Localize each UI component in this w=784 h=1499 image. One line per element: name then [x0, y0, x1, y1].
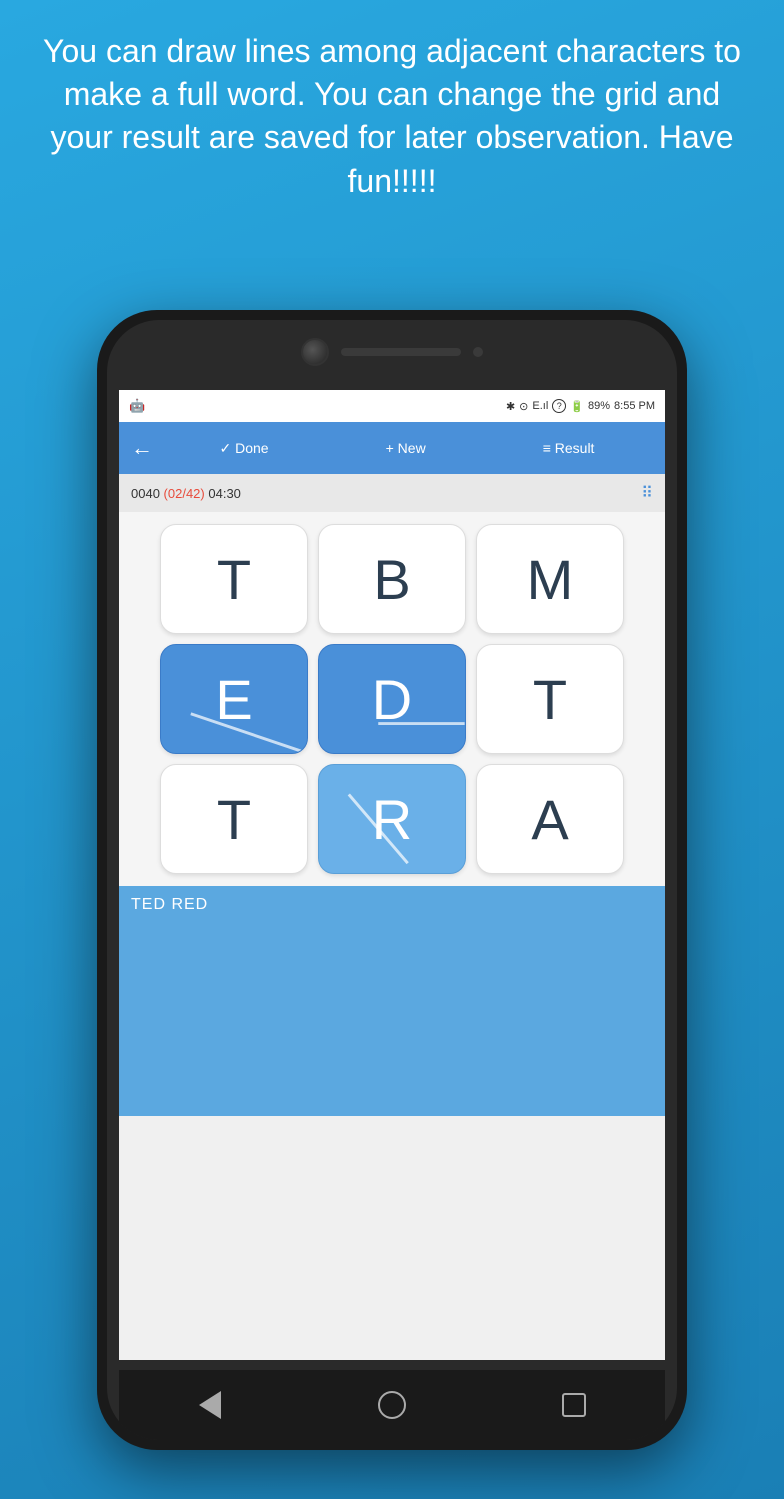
signal-icon: E.ıl — [532, 400, 548, 412]
cell-B[interactable]: B — [318, 524, 466, 634]
cell-letter-M: M — [527, 547, 574, 612]
words-area: TED RED — [119, 886, 665, 1116]
grid-row-2: E D T — [131, 644, 653, 754]
phone-bottom-nav — [119, 1370, 665, 1440]
phone-camera — [301, 338, 329, 366]
status-bar: 🤖 ✱ ⊙ E.ıl ? 🔋 89% 8:55 PM — [119, 390, 665, 422]
recent-square-icon — [562, 1393, 586, 1417]
alarm-icon: ⊙ — [519, 400, 528, 413]
nav-recent-button[interactable] — [556, 1387, 592, 1423]
grid-row-3: T R A — [131, 764, 653, 874]
cell-letter-B: B — [373, 547, 410, 612]
bluetooth-icon: ✱ — [506, 400, 515, 413]
status-left: 🤖 — [129, 398, 145, 414]
cell-T2[interactable]: T — [476, 644, 624, 754]
info-bar: 0040 (02/42) 04:30 ⠿ — [119, 474, 665, 512]
puzzle-count: (02/42) — [164, 486, 205, 501]
cell-A[interactable]: A — [476, 764, 624, 874]
cell-letter-T1: T — [217, 547, 251, 612]
phone-speaker — [341, 348, 461, 356]
grid-row-1: T B M — [131, 524, 653, 634]
grid-settings-icon[interactable]: ⠿ — [641, 483, 653, 503]
letter-grid: T B M E — [119, 512, 665, 886]
status-right: ✱ ⊙ E.ıl ? 🔋 89% 8:55 PM — [506, 399, 655, 413]
puzzle-info: 0040 (02/42) 04:30 — [131, 486, 241, 501]
app-bar: ← ✓ Done + New ≡ Result — [119, 422, 665, 474]
battery-icon: 🔋 — [570, 400, 584, 413]
new-button[interactable]: + New — [386, 440, 426, 456]
time-display: 8:55 PM — [614, 400, 655, 412]
puzzle-timer: 04:30 — [208, 486, 241, 501]
cell-R[interactable]: R — [318, 764, 466, 874]
cell-M[interactable]: M — [476, 524, 624, 634]
header-description: You can draw lines among adjacent charac… — [0, 0, 784, 223]
question-icon: ? — [552, 399, 566, 413]
phone-top-hardware — [301, 338, 483, 366]
cell-letter-T3: T — [217, 787, 251, 852]
nav-back-button[interactable] — [192, 1387, 228, 1423]
puzzle-id: 0040 — [131, 486, 160, 501]
phone-frame: 🤖 ✱ ⊙ E.ıl ? 🔋 89% 8:55 PM ← ✓ Done + Ne… — [97, 310, 687, 1450]
phone-inner: 🤖 ✱ ⊙ E.ıl ? 🔋 89% 8:55 PM ← ✓ Done + Ne… — [107, 320, 677, 1440]
cell-T3[interactable]: T — [160, 764, 308, 874]
back-triangle-icon — [199, 1391, 221, 1419]
phone-sensor — [473, 347, 483, 357]
cell-letter-D: D — [372, 667, 412, 732]
battery-percent: 89% — [588, 400, 610, 412]
cell-D[interactable]: D — [318, 644, 466, 754]
nav-home-button[interactable] — [374, 1387, 410, 1423]
result-button[interactable]: ≡ Result — [543, 440, 595, 456]
cell-letter-E: E — [215, 667, 252, 732]
home-circle-icon — [378, 1391, 406, 1419]
cell-letter-A: A — [531, 787, 568, 852]
done-button[interactable]: ✓ Done — [220, 440, 269, 457]
found-words: TED RED — [131, 896, 653, 914]
cell-letter-T2: T — [533, 667, 567, 732]
cell-letter-R: R — [372, 787, 412, 852]
back-button[interactable]: ← — [131, 435, 161, 461]
cell-E[interactable]: E — [160, 644, 308, 754]
android-icon: 🤖 — [129, 398, 145, 414]
cell-T1[interactable]: T — [160, 524, 308, 634]
phone-screen: 🤖 ✱ ⊙ E.ıl ? 🔋 89% 8:55 PM ← ✓ Done + Ne… — [119, 390, 665, 1360]
app-bar-actions: ✓ Done + New ≡ Result — [161, 440, 653, 457]
